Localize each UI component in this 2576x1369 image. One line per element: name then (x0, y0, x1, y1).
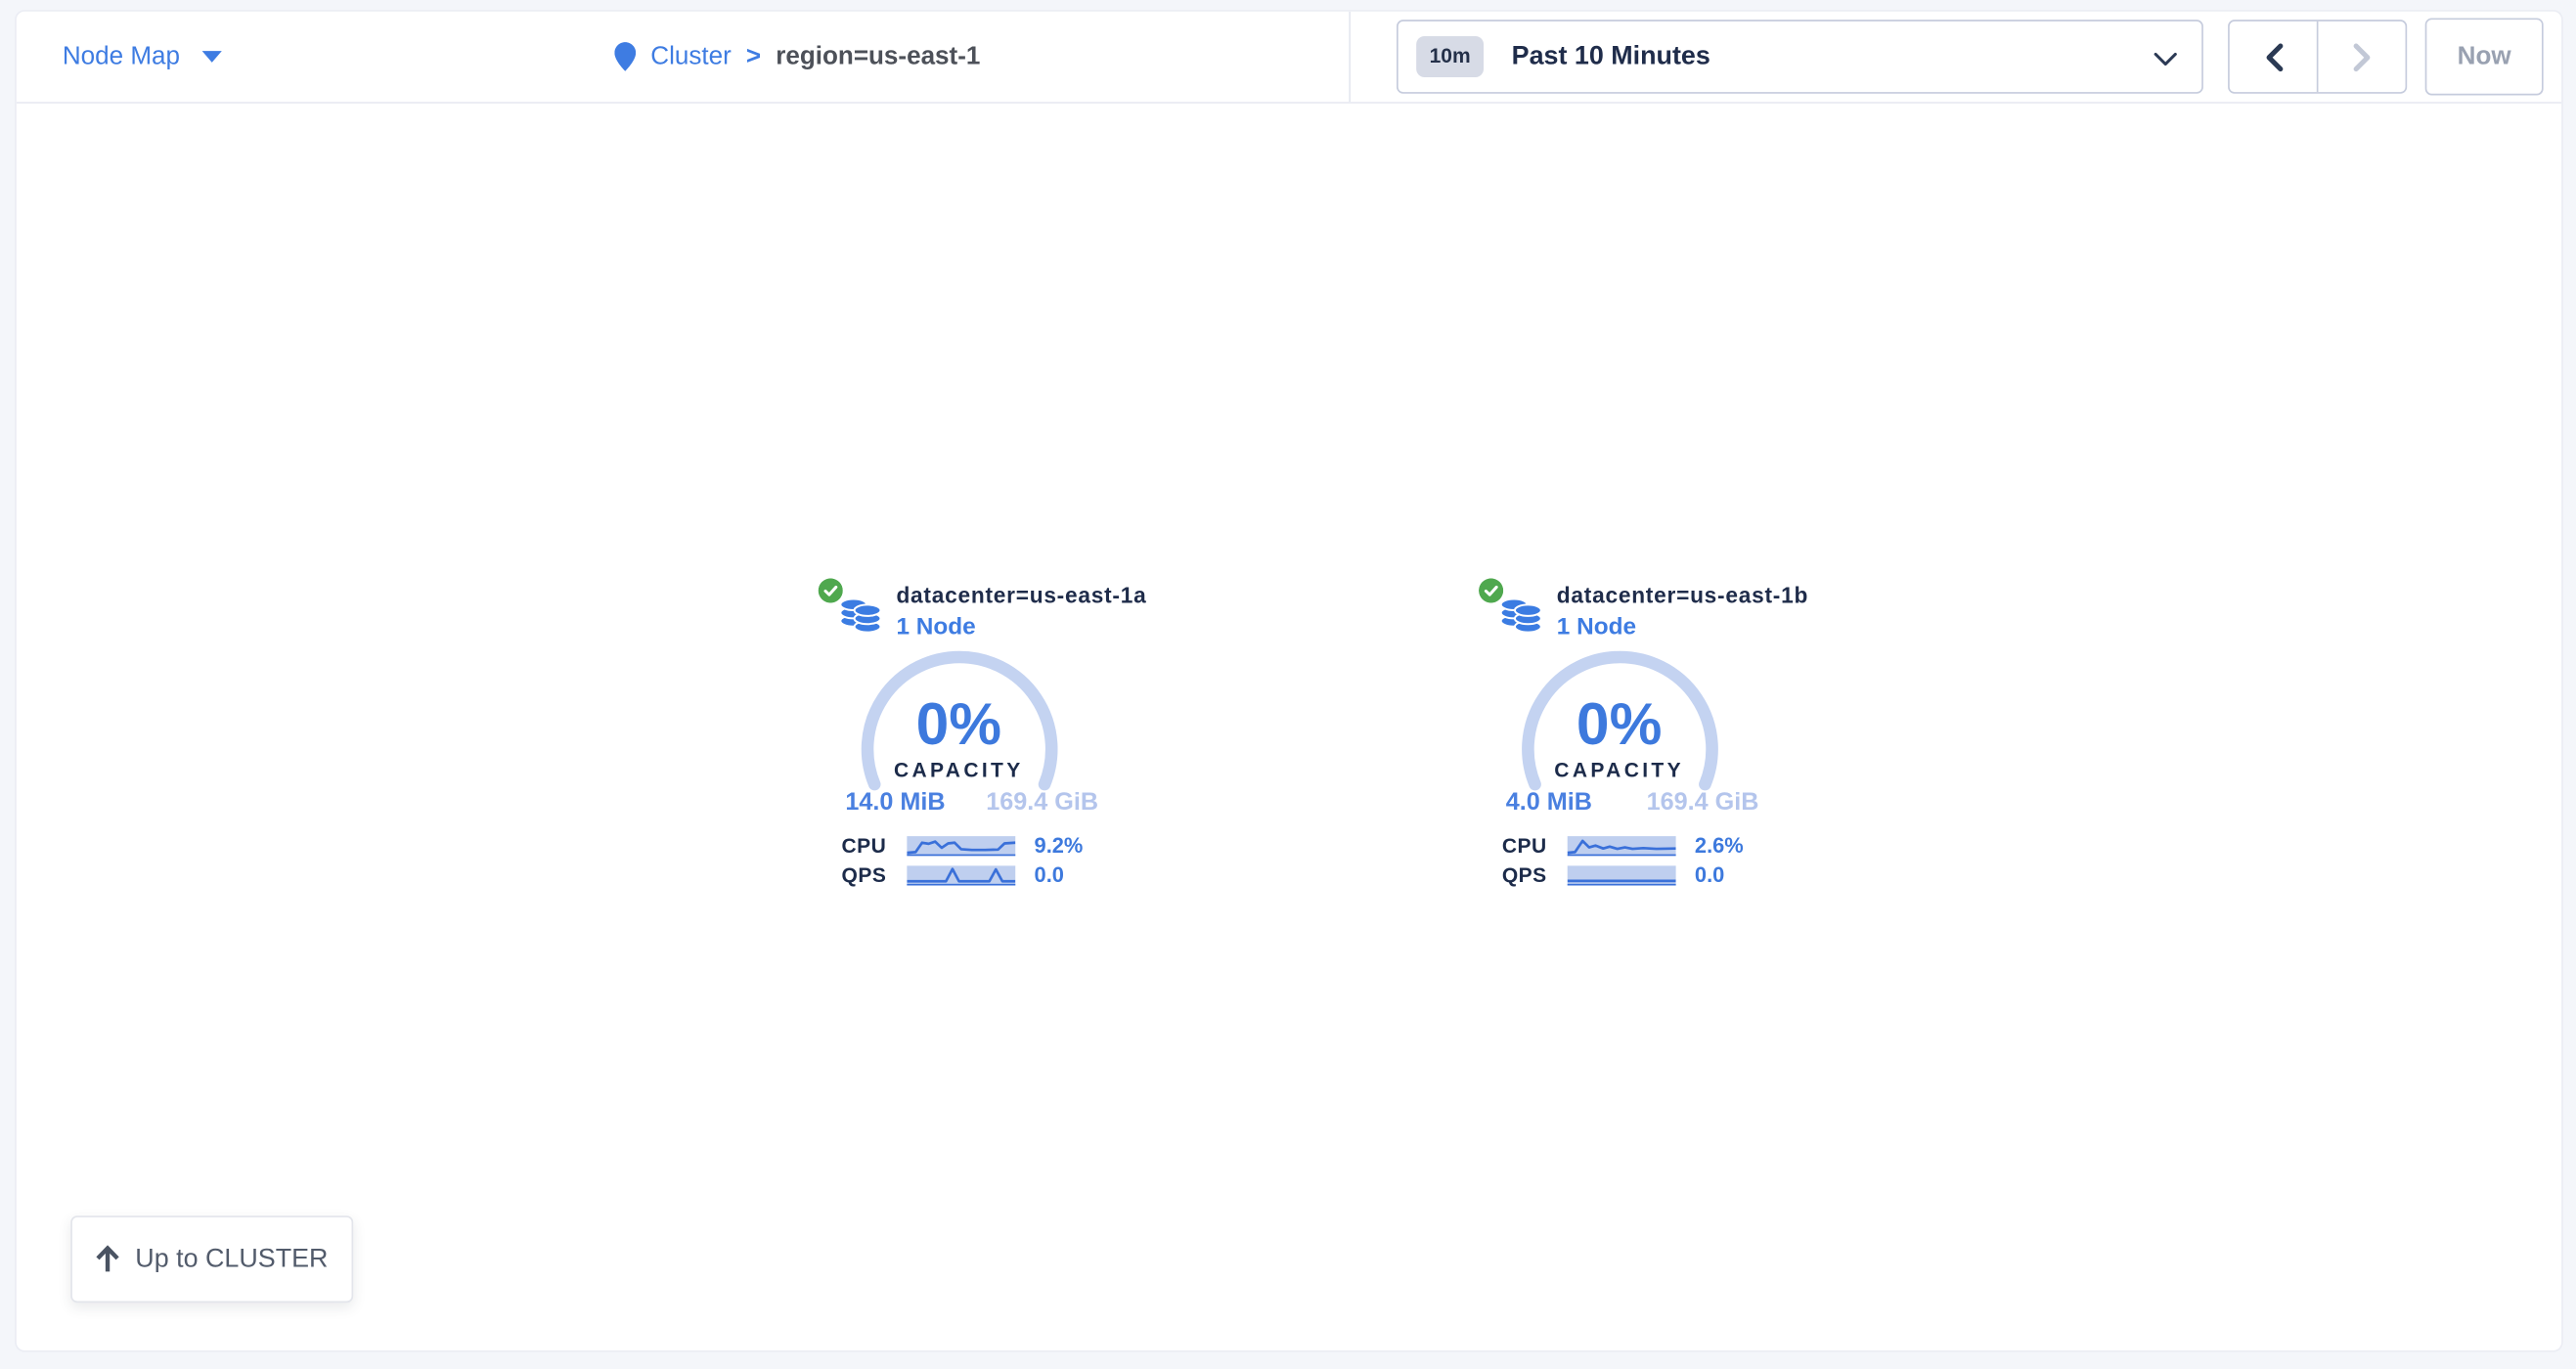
cpu-value: 9.2% (1035, 833, 1084, 858)
status-ok-check-icon (1478, 578, 1502, 602)
breadcrumb-cluster-link[interactable]: Cluster (650, 42, 732, 71)
capacity-values: 14.0 MiB 169.4 GiB (845, 788, 1098, 817)
header-time-section: 10m Past 10 Minutes (1351, 12, 2561, 102)
arrow-up-icon (96, 1245, 120, 1273)
database-stack-icon (1499, 593, 1542, 639)
qps-metric-row: QPS 0.0 (1482, 864, 1725, 886)
cpu-sparkline (1567, 835, 1675, 855)
qps-value: 0.0 (1695, 862, 1724, 887)
breadcrumb-separator: > (746, 42, 761, 71)
capacity-label: CAPACITY (777, 759, 1139, 782)
time-step-buttons (2228, 20, 2407, 94)
node-map-panel: Node Map Cluster > region=us-east-1 10m … (15, 10, 2563, 1352)
capacity-total: 169.4 GiB (1647, 788, 1759, 817)
view-selector-label: Node Map (63, 42, 180, 71)
locality-node-count: 1 Node (1557, 614, 1636, 640)
view-selector-dropdown[interactable]: Node Map (63, 42, 221, 71)
qps-sparkline (907, 865, 1015, 885)
capacity-total: 169.4 GiB (986, 788, 1098, 817)
locality-card-us-east-1b[interactable]: datacenter=us-east-1b 1 Node 0% CAPACITY… (1439, 575, 1800, 911)
capacity-values: 4.0 MiB 169.4 GiB (1506, 788, 1759, 817)
chevron-down-icon (2154, 53, 2177, 66)
locality-card-us-east-1a[interactable]: datacenter=us-east-1a 1 Node 0% CAPACITY… (777, 575, 1139, 911)
locality-node-count: 1 Node (896, 614, 975, 640)
time-range-label: Past 10 Minutes (1512, 42, 1710, 71)
qps-value: 0.0 (1035, 862, 1064, 887)
time-step-back-button[interactable] (2230, 22, 2319, 92)
capacity-percent: 0% (1439, 696, 1800, 752)
header-bar: Node Map Cluster > region=us-east-1 10m … (17, 12, 2561, 104)
qps-sparkline (1567, 865, 1675, 885)
breadcrumb: Cluster > region=us-east-1 (614, 12, 980, 102)
time-range-dropdown[interactable]: 10m Past 10 Minutes (1397, 20, 2203, 94)
now-button[interactable]: Now (2425, 18, 2544, 95)
cpu-label: CPU (1482, 834, 1547, 858)
qps-label: QPS (821, 863, 886, 887)
capacity-percent: 0% (777, 696, 1139, 752)
chevron-right-icon (2352, 42, 2372, 71)
time-step-forward-button[interactable] (2318, 22, 2405, 92)
cpu-metric-row: CPU 9.2% (821, 834, 1083, 856)
breadcrumb-current: region=us-east-1 (776, 42, 980, 71)
cpu-metric-row: CPU 2.6% (1482, 834, 1744, 856)
cpu-sparkline (907, 835, 1015, 855)
cpu-value: 2.6% (1695, 833, 1744, 858)
qps-label: QPS (1482, 863, 1547, 887)
capacity-label: CAPACITY (1439, 759, 1800, 782)
status-ok-check-icon (818, 578, 842, 602)
up-to-cluster-label: Up to CLUSTER (135, 1245, 328, 1274)
locality-name: datacenter=us-east-1b (1557, 583, 1808, 607)
capacity-used: 4.0 MiB (1506, 788, 1592, 817)
node-map-page: Node Map Cluster > region=us-east-1 10m … (0, 0, 2576, 1369)
map-pin-icon (614, 41, 636, 72)
chevron-down-icon (201, 51, 221, 63)
qps-metric-row: QPS 0.0 (821, 864, 1064, 886)
cpu-label: CPU (821, 834, 886, 858)
chevron-left-icon (2263, 42, 2283, 71)
node-map-canvas: datacenter=us-east-1a 1 Node 0% CAPACITY… (17, 104, 2561, 1352)
capacity-used: 14.0 MiB (845, 788, 945, 817)
database-stack-icon (839, 593, 882, 639)
up-to-cluster-button[interactable]: Up to CLUSTER (70, 1215, 353, 1303)
header-left-section: Node Map Cluster > region=us-east-1 (17, 12, 1349, 102)
time-range-badge: 10m (1416, 36, 1484, 76)
locality-name: datacenter=us-east-1a (896, 583, 1146, 607)
